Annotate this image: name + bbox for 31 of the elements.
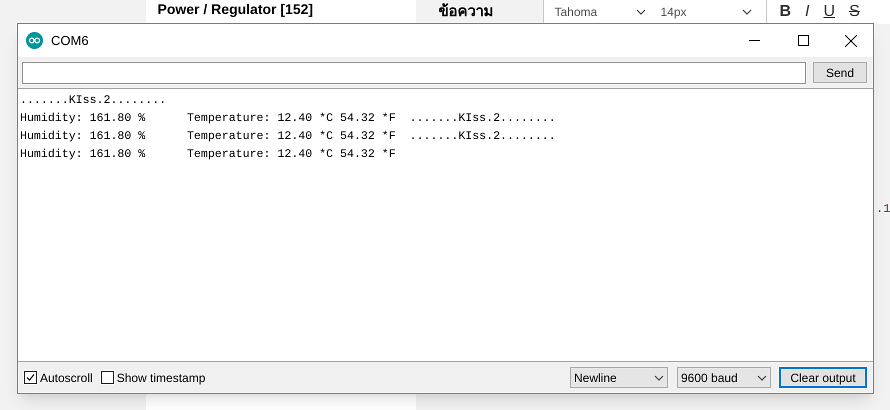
- message-field[interactable]: [22, 62, 806, 84]
- checkbox[interactable]: [100, 371, 114, 384]
- caret-icon: [757, 374, 767, 380]
- output-line: Humidity: 161.80 % Temperature: 12.40 *C 54.32 *F .......KIss.2........: [20, 111, 556, 127]
- clear-output-button[interactable]: Clear output: [779, 367, 867, 388]
- font-select[interactable]: Tahoma: [554, 3, 654, 21]
- line-ending-select[interactable]: Newline: [570, 367, 668, 388]
- output-line: Humidity: 161.80 % Temperature: 12.40 *C 54.32 *F .......KIss.2........: [20, 129, 556, 145]
- close-icon[interactable]: [845, 34, 857, 46]
- caret-icon: [654, 374, 664, 380]
- check-icon: [26, 373, 35, 382]
- format-button[interactable]: B: [779, 0, 792, 24]
- size-select[interactable]: 14px: [660, 3, 760, 21]
- caret-icon: [742, 9, 752, 15]
- infinity-logo-icon: [26, 32, 43, 49]
- checkbox-label[interactable]: Show timestamp: [116, 368, 206, 386]
- format-button[interactable]: U: [824, 0, 836, 24]
- code-fragment: .1: [876, 201, 890, 218]
- output-line: .......KIss.2........: [20, 93, 166, 109]
- field-label: ข้อความ: [438, 1, 495, 22]
- checkbox-label[interactable]: Autoscroll: [40, 368, 93, 386]
- format-button[interactable]: S: [849, 0, 860, 24]
- send-button[interactable]: Send: [813, 62, 867, 83]
- checkbox[interactable]: [24, 371, 37, 384]
- caret-icon: [636, 9, 646, 15]
- format-button[interactable]: I: [805, 0, 810, 24]
- maximize-icon[interactable]: [798, 35, 809, 46]
- window-title: COM6: [51, 32, 89, 50]
- output-line: Humidity: 161.80 % Temperature: 12.40 *C 54.32 *F: [20, 147, 396, 163]
- baud-select[interactable]: 9600 baud: [677, 367, 771, 388]
- page-heading: Power / Regulator [152]: [157, 1, 314, 17]
